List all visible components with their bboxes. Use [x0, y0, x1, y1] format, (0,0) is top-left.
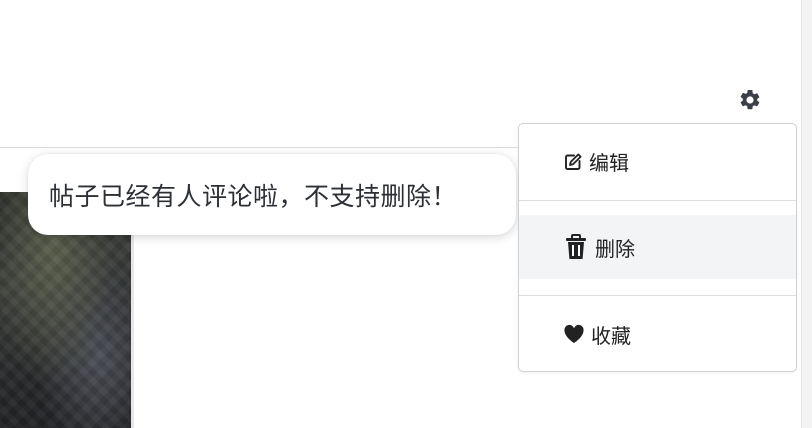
edit-menu-item[interactable]: 编辑	[519, 124, 796, 199]
delete-menu-item[interactable]: 删除	[519, 215, 796, 279]
page-right-gutter	[801, 0, 812, 428]
heart-icon	[563, 324, 585, 344]
favorite-menu-item[interactable]: 收藏	[519, 296, 796, 372]
gear-icon	[738, 88, 762, 112]
toast-message: 帖子已经有人评论啦，不支持删除！	[28, 154, 516, 235]
delete-menu-label: 删除	[595, 236, 635, 261]
post-actions-dropdown: 编辑 删除 收藏	[518, 123, 797, 372]
favorite-menu-label: 收藏	[591, 323, 631, 348]
settings-gear-button[interactable]	[738, 88, 762, 112]
edit-menu-label: 编辑	[589, 151, 629, 175]
header-divider	[0, 147, 520, 148]
trash-icon	[563, 233, 589, 261]
menu-divider	[519, 200, 796, 201]
toast-text: 帖子已经有人评论啦，不支持删除！	[49, 181, 458, 211]
edit-icon	[563, 152, 583, 172]
